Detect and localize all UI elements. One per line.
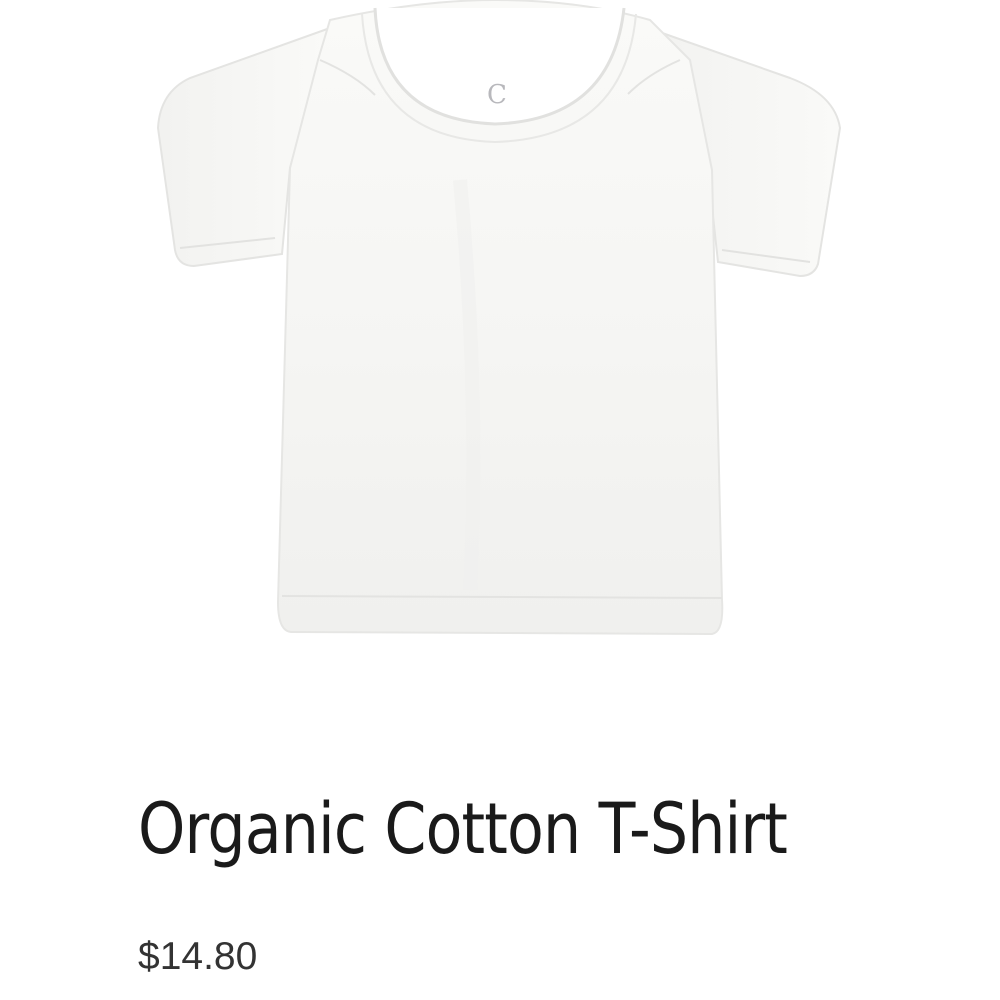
product-page: C Organic Cotton T-Shirt $14.80 — [0, 0, 1000, 1000]
brand-logo-icon: C — [487, 80, 507, 110]
product-price: $14.80 — [138, 935, 258, 978]
product-image[interactable]: C — [0, 0, 1000, 700]
product-title: Organic Cotton T-Shirt — [138, 788, 788, 870]
